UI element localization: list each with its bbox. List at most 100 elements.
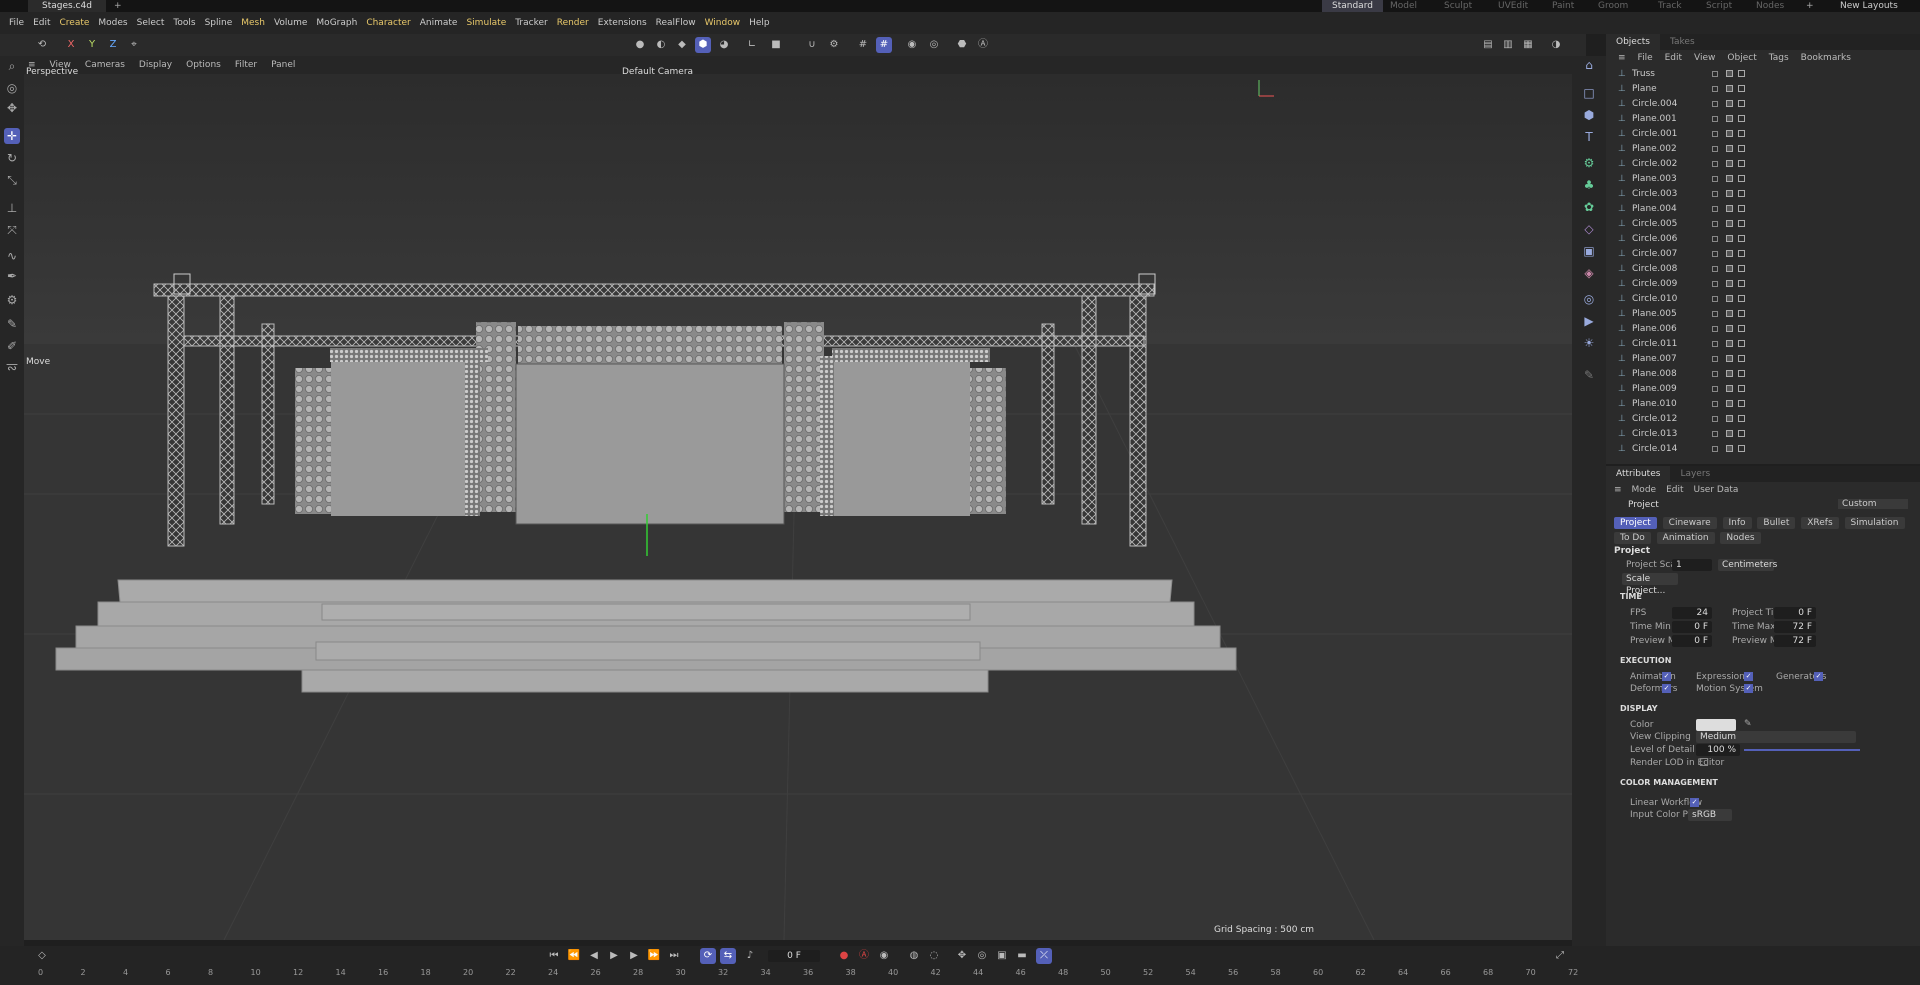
paint-tool-icon[interactable]: ✎ (1580, 368, 1598, 386)
pen-icon[interactable]: ✒ (4, 268, 20, 284)
tag-icon[interactable] (1738, 415, 1745, 422)
object-row[interactable]: ⊥ Plane.002 (1606, 141, 1920, 156)
object-name[interactable]: Truss (1632, 69, 1702, 79)
visibility-toggle[interactable] (1712, 190, 1718, 197)
material-tag-icon[interactable] (1726, 280, 1733, 287)
object-name[interactable]: Circle.006 (1632, 234, 1702, 244)
picture-viewer-icon[interactable]: ⬣ (954, 37, 970, 53)
lod-field[interactable]: 100 % (1696, 744, 1740, 756)
material-tag-icon[interactable] (1726, 325, 1733, 332)
eyedropper-icon[interactable]: ✎ (1744, 719, 1752, 729)
environment-icon[interactable]: ◎ (1580, 292, 1598, 310)
material-tag-icon[interactable] (1726, 115, 1733, 122)
asset-icon[interactable]: Ⓐ (975, 37, 991, 53)
object-name[interactable]: Plane.003 (1632, 174, 1702, 184)
render-settings-icon[interactable]: ▥ (1500, 37, 1516, 53)
motion-system-checkbox[interactable]: ✓ (1744, 684, 1753, 693)
attr-menu-edit[interactable]: Edit (1666, 485, 1683, 495)
light-icon[interactable]: ☀ (1580, 336, 1598, 354)
visibility-toggle[interactable] (1712, 295, 1718, 302)
visibility-toggle[interactable] (1712, 355, 1718, 362)
attr-tab-nodes[interactable]: Nodes (1720, 532, 1761, 544)
render-region-icon[interactable]: ◉ (904, 37, 920, 53)
object-name[interactable]: Plane.009 (1632, 384, 1702, 394)
motion-tracks-icon[interactable]: ▬ (1014, 948, 1030, 964)
edges-mode-icon[interactable]: ◐ (653, 37, 669, 53)
visibility-toggle[interactable] (1712, 400, 1718, 407)
object-row[interactable]: ⊥ Circle.001 (1606, 126, 1920, 141)
color-management-section[interactable]: COLOR MANAGEMENT (1620, 778, 1718, 787)
new-layouts-button[interactable]: New Layouts (1840, 0, 1898, 12)
goto-end-icon[interactable]: ⏭ (666, 948, 682, 964)
play-icon[interactable]: ▶ (606, 948, 622, 964)
z-axis-lock[interactable]: Z (105, 37, 121, 53)
object-row[interactable]: ⊥ Plane (1606, 81, 1920, 96)
deformer-icon[interactable]: ◇ (1580, 222, 1598, 240)
visibility-toggle[interactable] (1712, 445, 1718, 452)
cloner-icon[interactable]: ⚙ (1580, 156, 1598, 174)
rotate-tool-icon[interactable]: ↻ (4, 150, 20, 166)
tag-icon[interactable] (1738, 160, 1745, 167)
visibility-toggle[interactable] (1712, 265, 1718, 272)
objects-menu-bookmarks[interactable]: Bookmarks (1801, 53, 1851, 63)
material-tag-icon[interactable] (1726, 415, 1733, 422)
tag-icon[interactable] (1738, 430, 1745, 437)
display-section[interactable]: DISPLAY (1620, 704, 1658, 713)
tag-icon[interactable] (1738, 265, 1745, 272)
camera-label[interactable]: Default Camera (622, 67, 693, 77)
search-icon[interactable]: ⌕ (4, 58, 20, 74)
object-row[interactable]: ⊥ Circle.012 (1606, 411, 1920, 426)
objects-menu-object[interactable]: Object (1727, 53, 1756, 63)
object-name[interactable]: Circle.013 (1632, 429, 1702, 439)
tag-icon[interactable] (1738, 280, 1745, 287)
menu-file[interactable]: File (9, 18, 24, 28)
tag-icon[interactable] (1738, 85, 1745, 92)
object-row[interactable]: ⊥ Plane.008 (1606, 366, 1920, 381)
attr-menu-userdata[interactable]: User Data (1694, 485, 1739, 495)
tag-icon[interactable] (1738, 220, 1745, 227)
tag-icon[interactable] (1738, 70, 1745, 77)
object-name[interactable]: Plane.002 (1632, 144, 1702, 154)
tag-icon[interactable] (1738, 145, 1745, 152)
brush-icon[interactable]: ⚙ (4, 292, 20, 308)
visibility-toggle[interactable] (1712, 280, 1718, 287)
object-row[interactable]: ⊥ Circle.002 (1606, 156, 1920, 171)
visibility-toggle[interactable] (1712, 160, 1718, 167)
scale-tool-icon[interactable]: ⤡ (4, 172, 20, 188)
attr-tab-cineware[interactable]: Cineware (1662, 517, 1717, 529)
tag-icon[interactable] (1738, 370, 1745, 377)
material-tag-icon[interactable] (1726, 370, 1733, 377)
material-tag-icon[interactable] (1726, 400, 1733, 407)
visibility-toggle[interactable] (1712, 70, 1718, 77)
object-row[interactable]: ⊥ Plane.003 (1606, 171, 1920, 186)
material-tag-icon[interactable] (1726, 265, 1733, 272)
object-name[interactable]: Circle.012 (1632, 414, 1702, 424)
render-view-icon[interactable]: ◎ (926, 37, 942, 53)
object-row[interactable]: ⊥ Plane.010 (1606, 396, 1920, 411)
generators-checkbox[interactable]: ✓ (1814, 672, 1823, 681)
color-profile-dropdown[interactable]: sRGB (1688, 809, 1732, 821)
visibility-toggle[interactable] (1712, 340, 1718, 347)
object-row[interactable]: ⊥ Circle.003 (1606, 186, 1920, 201)
menu-edit[interactable]: Edit (33, 18, 50, 28)
material-tag-icon[interactable] (1726, 445, 1733, 452)
render-queue-icon[interactable]: ▦ (1520, 37, 1536, 53)
viewport-menu-cameras[interactable]: Cameras (85, 60, 125, 70)
interpolation-icon[interactable]: ⤫ (1036, 948, 1052, 964)
magnet-icon[interactable]: ∪ (804, 37, 820, 53)
layout-track[interactable]: Track (1658, 0, 1682, 12)
attr-tab-animation[interactable]: Animation (1656, 532, 1715, 544)
visibility-toggle[interactable] (1712, 325, 1718, 332)
expand-timeline-icon[interactable]: ⤢ (1552, 948, 1568, 964)
object-row[interactable]: ⊥ Circle.004 (1606, 96, 1920, 111)
attr-tab-simulation[interactable]: Simulation (1844, 517, 1905, 529)
record-icon[interactable]: ● (836, 948, 852, 964)
object-row[interactable]: ⊥ Plane.005 (1606, 306, 1920, 321)
texture-mode-icon[interactable]: ◕ (716, 37, 732, 53)
effector-icon[interactable]: ♣ (1580, 178, 1598, 196)
tag-icon[interactable] (1738, 325, 1745, 332)
object-name[interactable]: Circle.003 (1632, 189, 1702, 199)
solo-icon[interactable]: ■ (768, 37, 784, 53)
material-tag-icon[interactable] (1726, 310, 1733, 317)
object-name[interactable]: Plane.010 (1632, 399, 1702, 409)
